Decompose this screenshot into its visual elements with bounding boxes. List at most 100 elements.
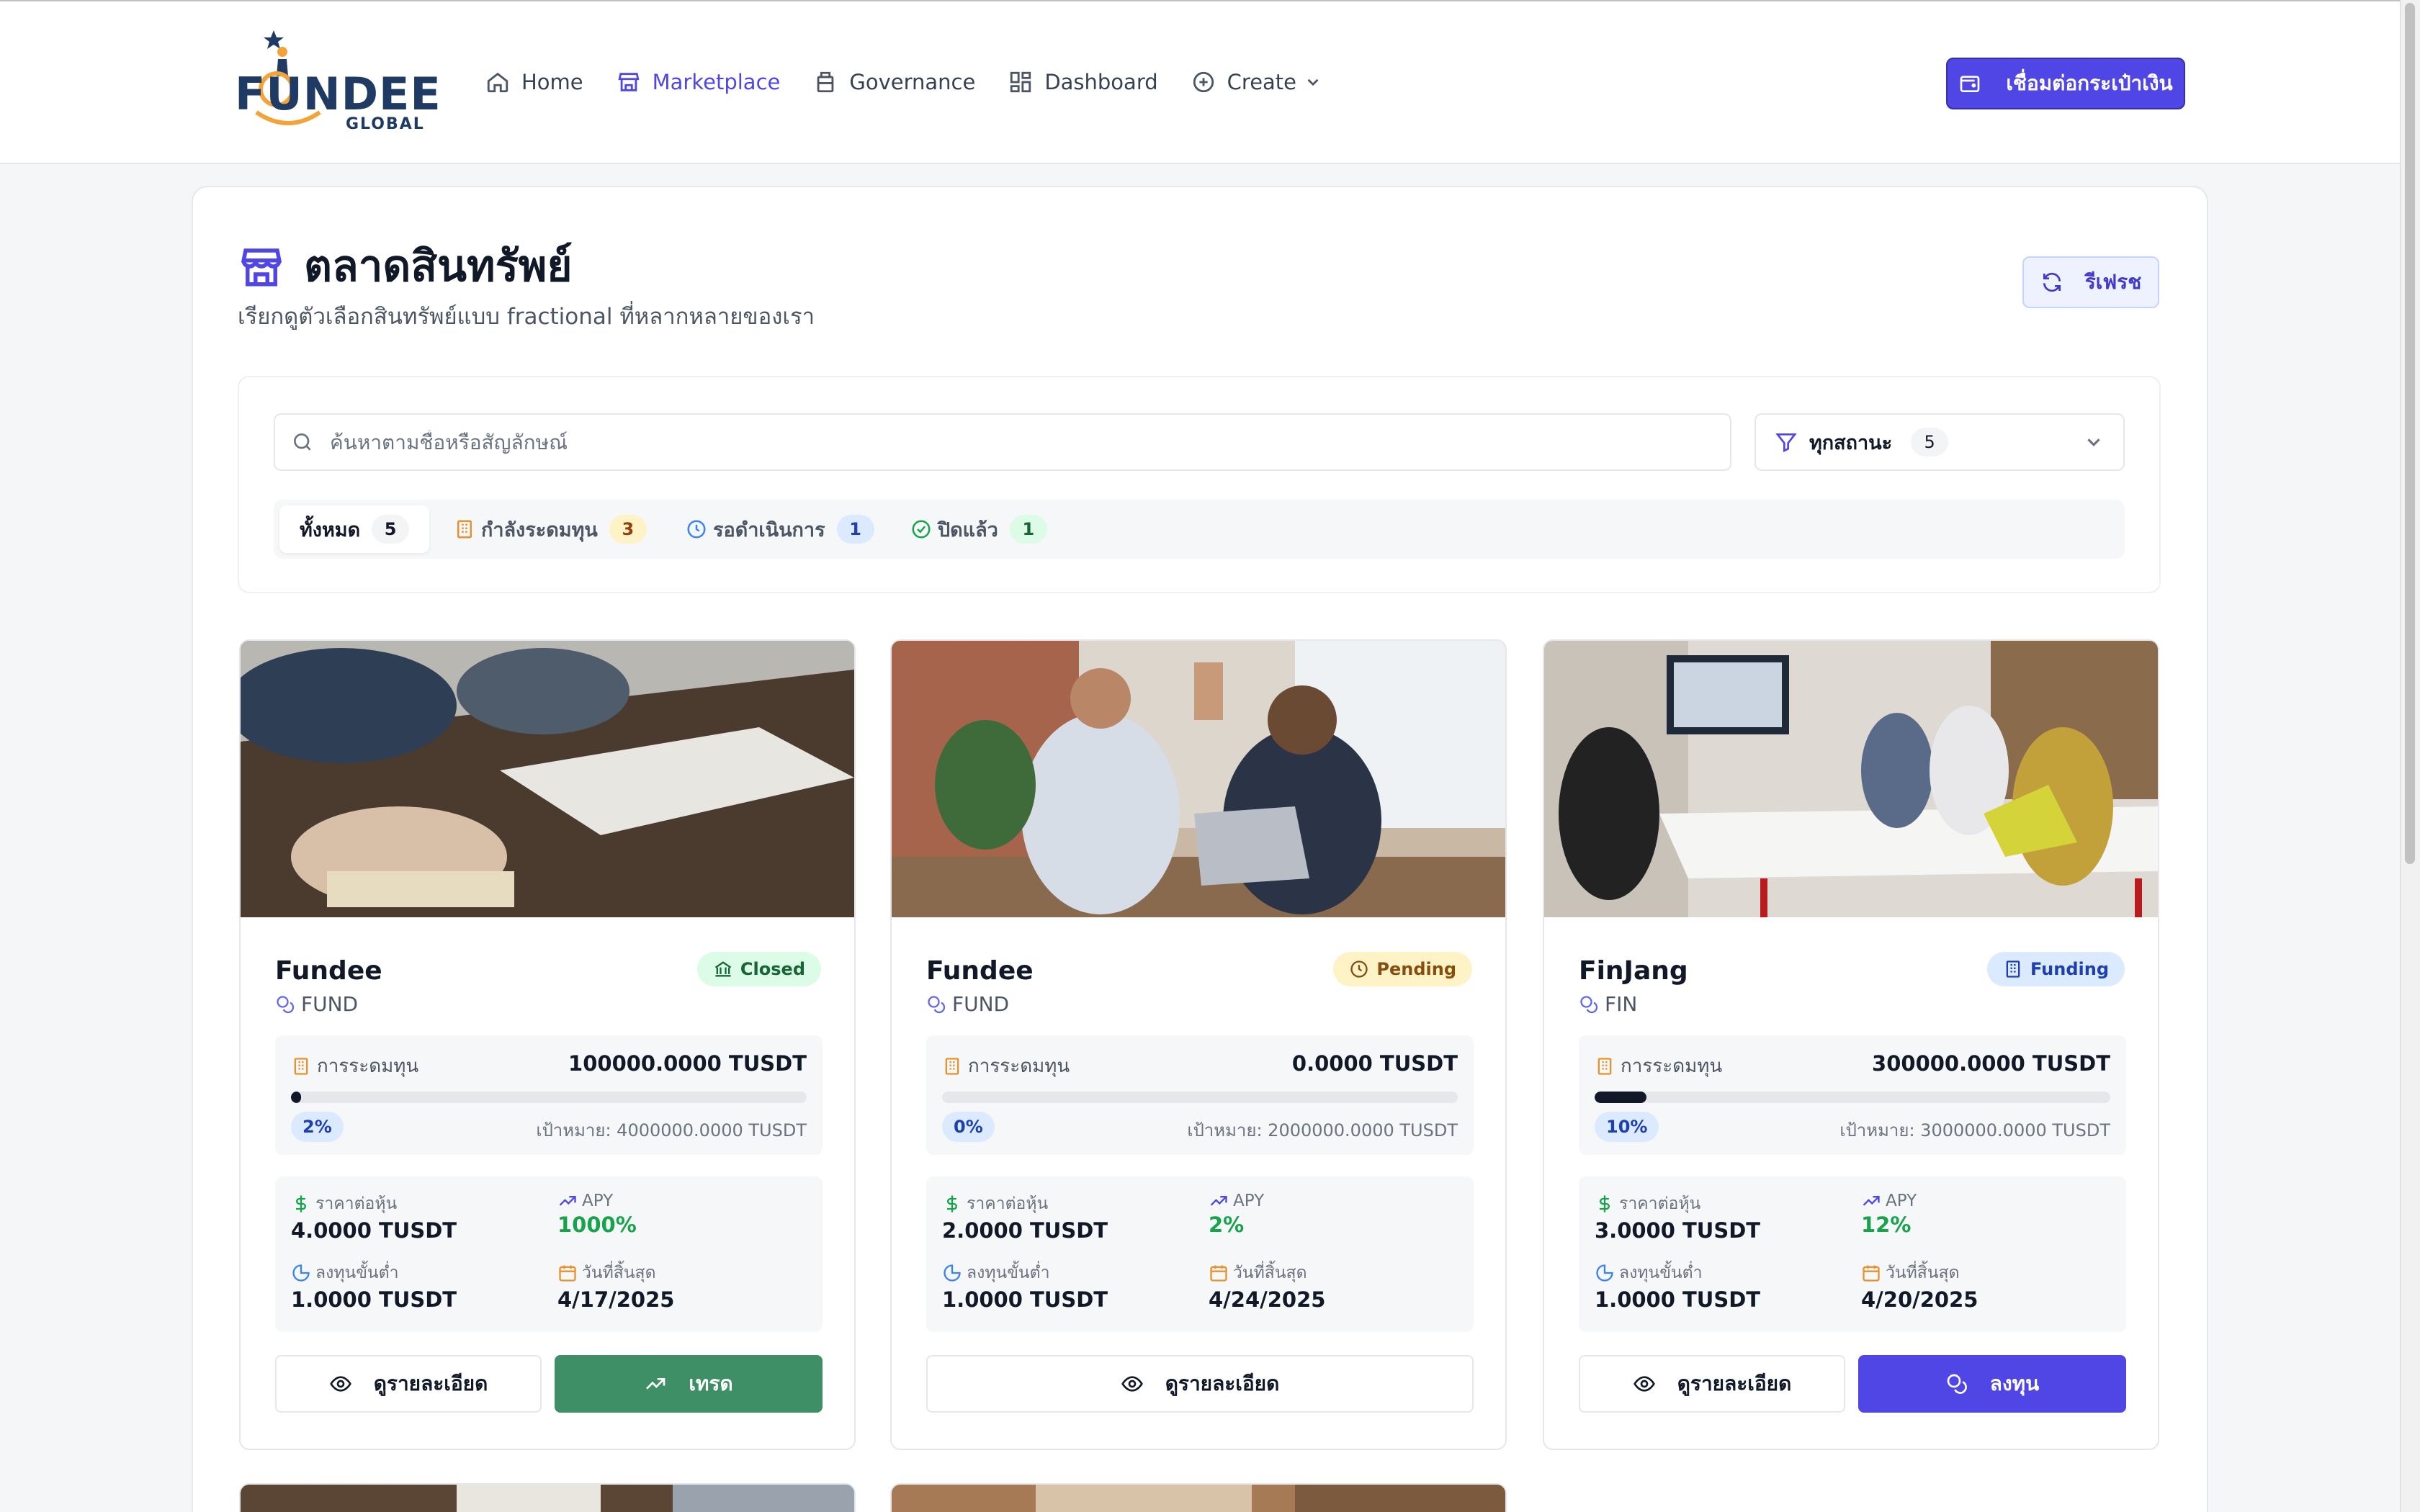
search-input[interactable] <box>330 430 1698 454</box>
asset-symbol-text: FUND <box>301 992 359 1016</box>
pie-chart-icon <box>292 1264 310 1282</box>
nav-dashboard[interactable]: Dashboard <box>1008 63 1158 101</box>
trade-label: เทรด <box>689 1372 733 1395</box>
card-actions: ดูรายละเอียด ลงทุน <box>1579 1355 2126 1413</box>
stat-min-invest-label: ลงทุนขั้นต่ำ <box>315 1264 399 1282</box>
view-details-label: ดูรายละเอียด <box>373 1372 488 1395</box>
status-badge-text: Closed <box>740 959 805 979</box>
main-nav: Home Marketplace Governance Dashboard Cr… <box>485 63 1355 101</box>
calendar-icon <box>1863 1265 1880 1282</box>
stat-end-date-value: 4/20/2025 <box>1861 1287 1978 1312</box>
nav-dashboard-label: Dashboard <box>1044 70 1158 94</box>
stat-end-date: วันที่สิ้นสุด 4/24/2025 <box>1209 1260 1325 1312</box>
eye-icon <box>329 1376 351 1392</box>
stat-end-date-value: 4/24/2025 <box>1209 1287 1326 1312</box>
nav-create-dropdown[interactable]: Create <box>1191 63 1322 101</box>
tab-all-count: 5 <box>372 515 410 544</box>
asset-image-partial <box>241 1485 854 1512</box>
stat-price: ราคาต่อหุ้น 3.0000 TUSDT <box>1595 1191 1760 1243</box>
stat-price-label: ราคาต่อหุ้น <box>1619 1194 1701 1213</box>
stats-box: ราคาต่อหุ้น 4.0000 TUSDT APY 1000% ลงทุน… <box>275 1176 823 1332</box>
fundraising-label: การระดมทุน <box>942 1051 1070 1081</box>
bank-icon <box>714 961 732 977</box>
fundraising-label: การระดมทุน <box>1595 1051 1722 1081</box>
connect-wallet-button[interactable]: เชื่อมต่อกระเป๋าเงิน <box>1946 58 2185 109</box>
nav-marketplace-label: Marketplace <box>652 70 781 94</box>
stat-min-invest-value: 1.0000 TUSDT <box>1595 1287 1761 1312</box>
stat-apy-value: 12% <box>1861 1212 1912 1237</box>
asset-image-meeting-notes <box>241 641 854 917</box>
tab-all-label: ทั้งหมด <box>300 518 361 541</box>
status-filter-select[interactable]: ทุกสถานะ 5 <box>1754 413 2125 471</box>
store-icon <box>618 73 640 91</box>
eye-icon <box>1633 1376 1655 1392</box>
asset-name: Fundee <box>275 956 382 986</box>
stat-apy-label: APY <box>582 1192 614 1210</box>
asset-card-partial <box>239 1483 856 1512</box>
pie-chart-icon <box>1596 1264 1613 1282</box>
fundraising-label-text: การระดมทุน <box>317 1056 419 1077</box>
dollar-icon <box>947 1195 957 1212</box>
search-field[interactable] <box>274 413 1731 471</box>
fundraising-box: การระดมทุน 0.0000 TUSDT 0% เป้าหมาย: 200… <box>926 1035 1474 1155</box>
building-icon <box>2006 960 2020 978</box>
filter-card <box>238 376 2161 593</box>
clock-icon <box>1350 960 1368 978</box>
refresh-button[interactable]: รีเฟรช <box>2022 256 2159 308</box>
invest-button[interactable]: ลงทุน <box>1858 1355 2126 1413</box>
tab-funding[interactable]: กำลังระดมทุน 3 <box>434 505 667 553</box>
stat-price: ราคาต่อหุ้น 4.0000 TUSDT <box>291 1191 457 1243</box>
trending-up-icon <box>559 1196 576 1206</box>
dollar-icon <box>296 1195 306 1212</box>
scrollbar-thumb[interactable] <box>2405 3 2415 864</box>
coins-icon <box>1580 995 1598 1013</box>
trade-button[interactable]: เทรด <box>555 1355 823 1413</box>
nav-marketplace[interactable]: Marketplace <box>617 63 781 101</box>
asset-symbol: FUND <box>275 992 358 1016</box>
stat-apy-value: 1000% <box>557 1212 637 1237</box>
stat-end-date-label: วันที่สิ้นสุด <box>1233 1264 1307 1282</box>
tab-closed[interactable]: ปิดแล้ว 1 <box>890 505 1067 553</box>
stat-price-value: 3.0000 TUSDT <box>1595 1218 1761 1243</box>
card-actions: ดูรายละเอียด <box>926 1355 1474 1413</box>
tab-pending[interactable]: รอดำเนินการ 1 <box>666 505 895 553</box>
pie-chart-icon <box>944 1264 961 1282</box>
logo-wordmark: FUNDEE <box>235 68 442 120</box>
stats-box: ราคาต่อหุ้น 3.0000 TUSDT APY 12% ลงทุนขั… <box>1579 1176 2126 1332</box>
view-details-button[interactable]: ดูรายละเอียด <box>926 1355 1474 1413</box>
view-details-button[interactable]: ดูรายละเอียด <box>1579 1355 1845 1413</box>
nav-home-label: Home <box>521 70 583 94</box>
fundraising-label: การระดมทุน <box>291 1051 418 1081</box>
asset-card-partial <box>890 1483 1507 1512</box>
stat-min-invest-value: 1.0000 TUSDT <box>942 1287 1108 1312</box>
progress-percent: 10% <box>1595 1112 1659 1142</box>
fundraising-label-text: การระดมทุน <box>1621 1056 1723 1077</box>
view-details-button[interactable]: ดูรายละเอียด <box>275 1355 542 1413</box>
fundee-global-logo[interactable]: FUNDEE GLOBAL <box>235 26 441 138</box>
trending-up-icon <box>646 1378 666 1390</box>
raised-amount: 100000.0000 TUSDT <box>568 1051 807 1076</box>
stat-apy: APY 1000% <box>557 1191 637 1237</box>
status-badge: Closed <box>696 952 821 986</box>
store-icon <box>241 248 282 286</box>
nav-home[interactable]: Home <box>485 63 583 101</box>
stat-min-invest-label: ลงทุนขั้นต่ำ <box>1619 1264 1703 1282</box>
building-icon <box>457 520 472 539</box>
clock-icon <box>687 520 706 539</box>
logo-subtext: GLOBAL <box>346 115 425 133</box>
nav-governance[interactable]: Governance <box>813 63 975 101</box>
stat-apy: APY 2% <box>1209 1191 1264 1237</box>
stat-price: ราคาต่อหุ้น 2.0000 TUSDT <box>942 1191 1108 1243</box>
status-tabs: ทั้งหมด 5 กำลังระดมทุน 3 รอดำเนินการ 1 ป… <box>274 500 2125 559</box>
asset-card: FinJang FIN Funding การระดมทุน 300000.00… <box>1543 639 2159 1450</box>
tab-all[interactable]: ทั้งหมด 5 <box>279 505 430 553</box>
asset-name: FinJang <box>1579 956 1688 986</box>
stat-apy-label: APY <box>1233 1192 1265 1210</box>
page-subtitle: เรียกดูตัวเลือกสินทรัพย์แบบ fractional ท… <box>238 304 815 330</box>
connect-wallet-label: เชื่อมต่อกระเป๋าเงิน <box>2006 71 2173 95</box>
governance-icon <box>817 71 834 93</box>
search-icon <box>294 433 311 451</box>
progress-fill <box>291 1092 302 1103</box>
refresh-icon <box>2043 272 2061 292</box>
page-title: ตลาดสินทรัพย์ <box>304 241 573 292</box>
